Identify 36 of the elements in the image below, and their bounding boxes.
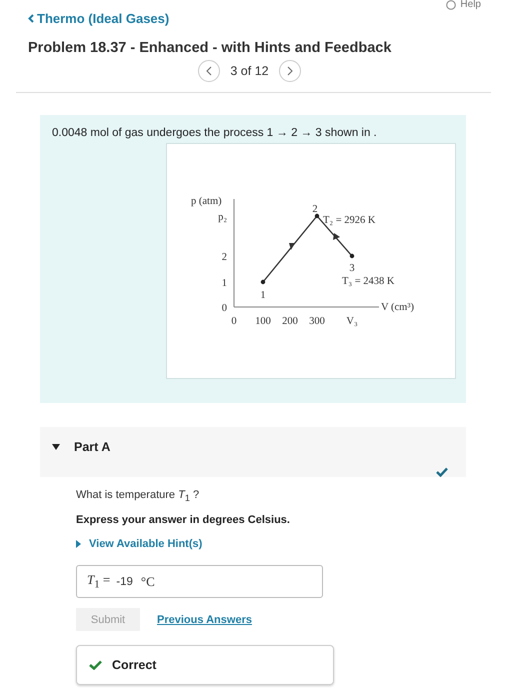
tick-label: 0 bbox=[222, 303, 227, 314]
page-counter: 3 of 12 bbox=[230, 64, 269, 78]
help-icon[interactable] bbox=[446, 0, 456, 10]
tick-label: 2 bbox=[222, 252, 227, 263]
previous-button[interactable] bbox=[198, 60, 220, 82]
tick-label: V₃ bbox=[346, 316, 358, 327]
caret-icon bbox=[52, 444, 60, 450]
previous-answers-link[interactable]: Previous Answers bbox=[157, 614, 252, 626]
axis-label: p (atm) bbox=[191, 196, 222, 207]
answer-field[interactable]: T$_{1}$ = -19 °C bbox=[76, 565, 323, 598]
tick-label: 1 bbox=[222, 278, 227, 289]
tick-label: p₂ bbox=[218, 212, 227, 223]
problem-title: Problem 18.37 - Enhanced - with Hints and Feedback bbox=[28, 40, 392, 56]
tick-label: 100 bbox=[255, 316, 271, 327]
question-text: What is temperature T$_{1}$ ? bbox=[76, 489, 200, 504]
chevron-left-icon bbox=[28, 14, 34, 23]
chevron-right-icon bbox=[286, 66, 293, 76]
tick-label: 300 bbox=[309, 316, 325, 327]
point-label: 1 bbox=[260, 290, 266, 301]
next-button[interactable] bbox=[278, 60, 301, 82]
caret-icon bbox=[76, 540, 81, 548]
part-toggle[interactable]: Part A bbox=[40, 440, 110, 454]
feedback-text: Correct bbox=[112, 658, 156, 672]
temperature-label: T₂ = 2926 K bbox=[323, 215, 376, 226]
tick-label: 0 bbox=[231, 316, 237, 327]
point-label: 2 bbox=[312, 204, 318, 215]
axis-label: V (cm³) bbox=[381, 302, 414, 313]
point-label: 3 bbox=[349, 263, 355, 274]
chevron-left-icon bbox=[206, 66, 212, 76]
instruction-text: Express your answer in degrees Celsius. bbox=[76, 514, 291, 526]
temperature-label: T₃ = 2438 K bbox=[342, 276, 394, 287]
help-link[interactable]: Help bbox=[460, 0, 481, 10]
hints-link[interactable]: View Available Hint(s) bbox=[76, 538, 202, 550]
breadcrumb-link[interactable]: Thermo (Ideal Gases) bbox=[28, 11, 170, 26]
tick-label: 200 bbox=[282, 316, 298, 327]
problem-text: 0.0048 mol of gas undergoes the process 1 → 2 → 3 shown in . bbox=[52, 127, 378, 139]
